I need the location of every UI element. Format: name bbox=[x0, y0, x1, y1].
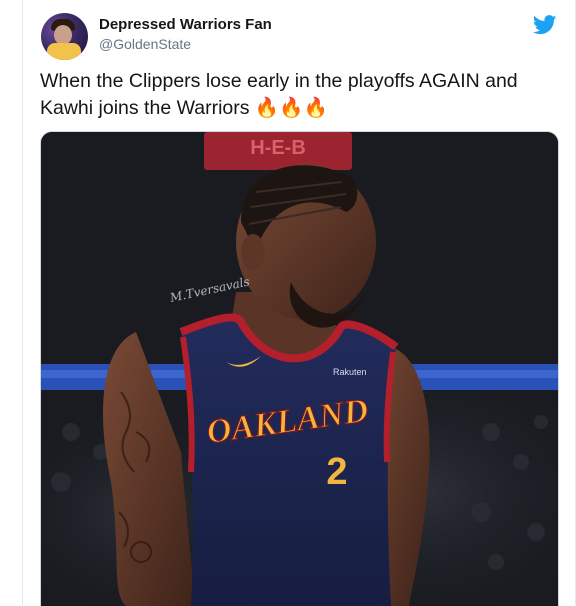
jersey-number: 2 bbox=[326, 451, 347, 493]
arena-sign-text: H-E-B bbox=[250, 137, 306, 159]
avatar[interactable] bbox=[41, 13, 88, 60]
author-handle[interactable]: @GoldenState bbox=[99, 36, 191, 52]
tweet-card: Depressed Warriors Fan @GoldenState When… bbox=[22, 0, 576, 606]
player-photo: H-E-B Rakuten OAKLAND 2 M.Tversavals bbox=[41, 132, 558, 606]
author-name[interactable]: Depressed Warriors Fan bbox=[99, 16, 272, 33]
tweet-text: When the Clippers lose early in the play… bbox=[40, 70, 518, 119]
twitter-bird-icon[interactable] bbox=[533, 14, 557, 36]
tweet-image[interactable]: H-E-B Rakuten OAKLAND 2 M.Tversavals bbox=[40, 131, 559, 606]
sponsor-text: Rakuten bbox=[333, 367, 367, 377]
